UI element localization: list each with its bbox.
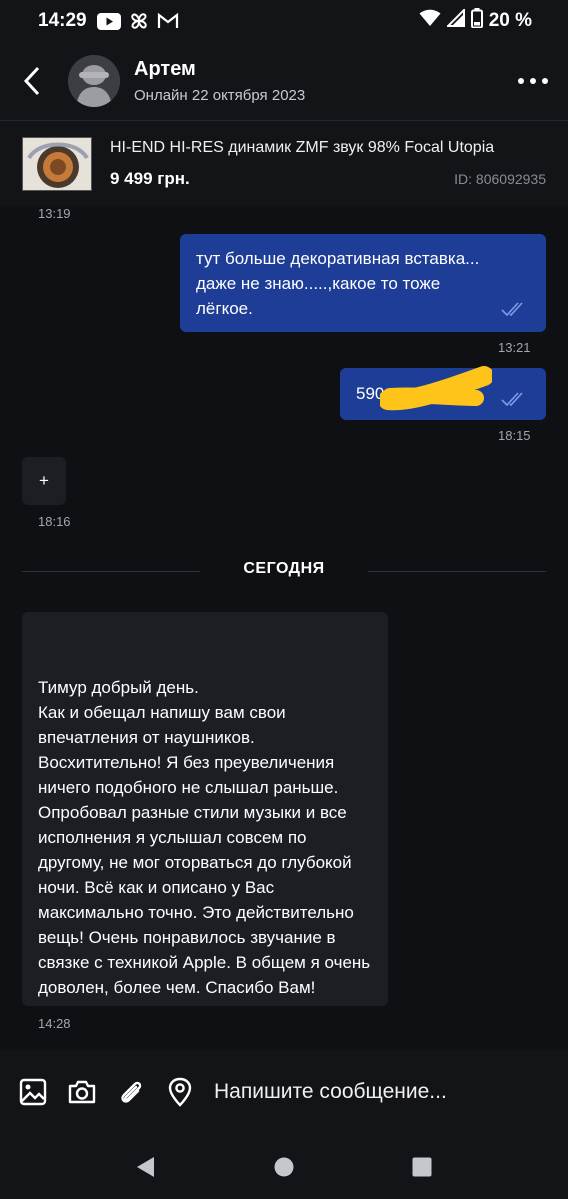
triangle-back-icon bbox=[137, 1156, 154, 1177]
message-text: Тимур добрый день. Как и обещал напишу в… bbox=[38, 678, 371, 997]
message-text: тут больше декоративная вставка... даже … bbox=[196, 249, 480, 318]
location-pin-icon bbox=[168, 1077, 192, 1107]
back-button[interactable] bbox=[0, 42, 64, 120]
read-checkmarks-icon bbox=[501, 302, 523, 316]
battery-icon bbox=[470, 8, 483, 34]
avatar[interactable] bbox=[68, 55, 120, 107]
chat-header: Артем Онлайн 22 октября 2023 bbox=[0, 42, 568, 120]
gallery-button[interactable] bbox=[18, 1077, 48, 1107]
wifi-icon bbox=[419, 9, 441, 33]
square-recents-icon bbox=[412, 1157, 432, 1176]
message-text: + bbox=[39, 471, 49, 490]
battery-level: 20 % bbox=[488, 10, 532, 31]
redaction-scribble bbox=[380, 366, 492, 411]
read-checkmarks-icon bbox=[501, 392, 523, 406]
paperclip-icon bbox=[121, 1081, 142, 1103]
date-divider: СЕГОДНЯ bbox=[200, 560, 368, 578]
pinwheel-icon bbox=[129, 11, 149, 31]
chevron-left-icon bbox=[23, 66, 40, 96]
camera-icon bbox=[68, 1080, 96, 1104]
nav-home-button[interactable] bbox=[274, 1157, 294, 1177]
message-input[interactable] bbox=[214, 1080, 534, 1104]
user-placeholder-icon bbox=[68, 55, 120, 107]
nav-back-button[interactable] bbox=[136, 1156, 156, 1178]
message-composer bbox=[0, 1050, 568, 1134]
product-title: HI-END HI-RES динамик ZMF звук 98% Focal… bbox=[110, 138, 495, 156]
outgoing-message[interactable]: тут больше декоративная вставка... даже … bbox=[180, 234, 546, 332]
product-price: 9 499 грн. bbox=[110, 168, 190, 188]
attach-button[interactable] bbox=[116, 1077, 146, 1107]
more-vertical-icon bbox=[518, 78, 548, 84]
message-time: 18:16 bbox=[38, 514, 71, 529]
circle-home-icon bbox=[274, 1157, 294, 1176]
contact-name: Артем bbox=[134, 58, 196, 80]
image-icon bbox=[19, 1078, 47, 1106]
youtube-icon bbox=[96, 12, 121, 30]
message-list[interactable]: 13:19 тут больше декоративная вставка...… bbox=[0, 206, 568, 1050]
product-id: ID: 806092935 bbox=[454, 170, 546, 187]
message-time: 14:28 bbox=[38, 1016, 71, 1031]
message-time: 13:19 bbox=[38, 206, 71, 221]
incoming-message[interactable]: Тимур добрый день. Как и обещал напишу в… bbox=[22, 612, 388, 1006]
incoming-message[interactable]: + bbox=[22, 457, 66, 505]
product-thumbnail bbox=[22, 136, 92, 191]
system-navigation-bar bbox=[0, 1134, 568, 1199]
nav-recents-button[interactable] bbox=[412, 1157, 432, 1177]
signal-icon bbox=[445, 7, 465, 33]
status-bar: 14:29 20 % bbox=[0, 0, 568, 42]
more-options-button[interactable] bbox=[498, 42, 568, 120]
gmail-icon bbox=[157, 13, 179, 29]
message-time: 13:21 bbox=[498, 340, 531, 355]
contact-status: Онлайн 22 октября 2023 bbox=[134, 87, 306, 104]
camera-button[interactable] bbox=[67, 1077, 97, 1107]
status-time: 14:29 bbox=[38, 10, 87, 31]
location-button[interactable] bbox=[165, 1077, 195, 1107]
product-card[interactable]: HI-END HI-RES динамик ZMF звук 98% Focal… bbox=[0, 120, 568, 206]
message-time: 18:15 bbox=[498, 428, 531, 443]
